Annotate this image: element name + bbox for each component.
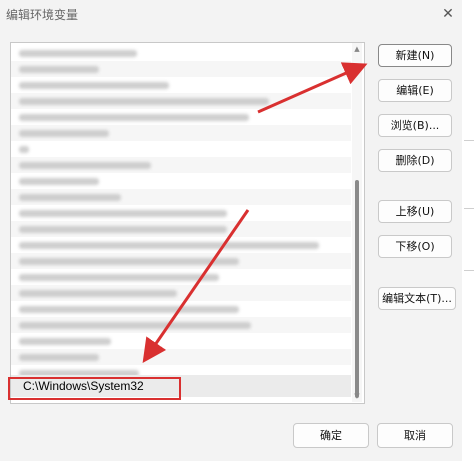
arrow-to-new-button — [257, 62, 368, 114]
arrow-to-selected-entry — [142, 209, 250, 363]
annotation-arrows — [142, 62, 368, 363]
